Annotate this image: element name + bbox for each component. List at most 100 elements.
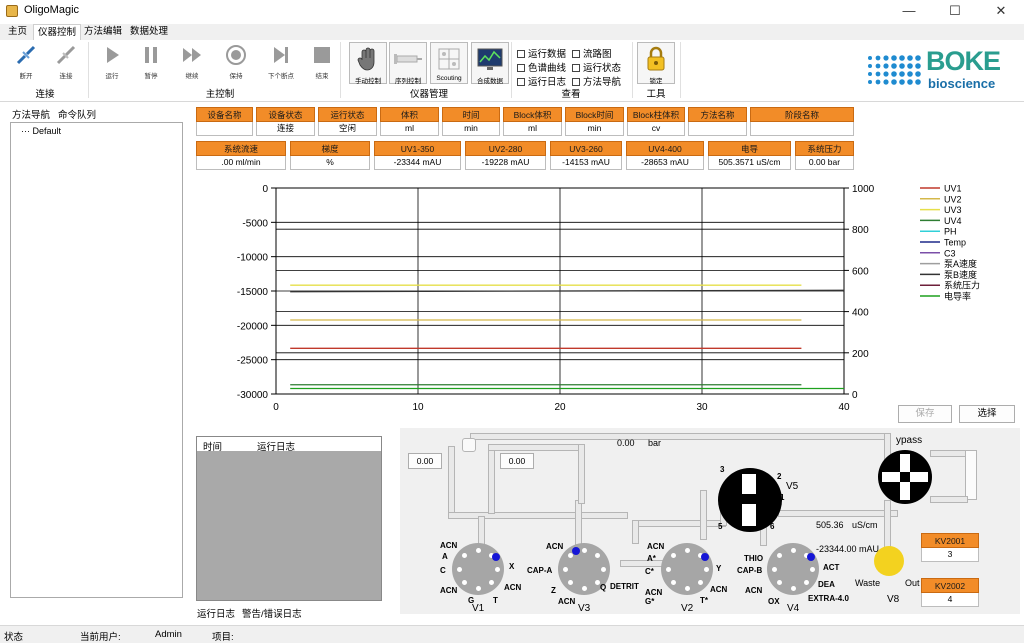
valve-port xyxy=(809,566,815,572)
flow-input-1[interactable]: 0.00 xyxy=(408,453,442,469)
status-header: UV3-260 xyxy=(550,141,622,156)
tab-method-navigation[interactable]: 方法导航 xyxy=(12,107,50,121)
pressure-value: 0.00 xyxy=(617,438,635,448)
disconnect-button[interactable]: 断开 xyxy=(9,44,43,84)
ribbon-separator xyxy=(632,42,633,98)
scouting-button[interactable]: Scouting xyxy=(430,42,468,84)
valve-port xyxy=(581,547,587,553)
tab-command-queue[interactable]: 命令队列 xyxy=(58,107,96,121)
status-value: -23344 mAU xyxy=(374,156,461,170)
view-chromatogram-checkbox[interactable]: 色谱曲线 xyxy=(517,60,566,74)
hold-button[interactable]: 保持 xyxy=(219,44,253,84)
valve-port xyxy=(475,547,481,553)
valve-port xyxy=(475,585,481,591)
status-value xyxy=(196,122,253,136)
status-value: .00 ml/min xyxy=(196,156,286,170)
pipe-v3 xyxy=(575,500,582,548)
status-value: -28653 mAU xyxy=(626,156,704,170)
tree-item-default[interactable]: ··· Default xyxy=(21,126,61,136)
log-col-time: 时间 xyxy=(203,442,223,453)
view-run-data-checkbox[interactable]: 运行数据 xyxy=(517,46,566,60)
valve-port-label: T xyxy=(493,596,498,605)
tab-method-edit[interactable]: 方法编辑 xyxy=(80,24,126,40)
synthesis-data-button[interactable]: 合成数据 xyxy=(471,42,509,85)
valve-port-label: X xyxy=(509,562,515,571)
next-breakpoint-button[interactable]: 下个断点 xyxy=(264,44,298,84)
y-left-tick-label: -15000 xyxy=(237,287,269,298)
valve-v8[interactable] xyxy=(874,546,904,576)
tab-warning-log[interactable]: 警告/错误日志 xyxy=(242,606,302,620)
x-tick-label: 10 xyxy=(412,402,424,413)
legend-entry: 系统压力 xyxy=(944,280,980,291)
save-button[interactable]: 保存 xyxy=(898,405,952,423)
valve-v5-name: V5 xyxy=(786,481,799,492)
view-flowpath-checkbox[interactable]: 流路图 xyxy=(572,46,612,60)
y-right-tick-label: 200 xyxy=(852,349,869,360)
group-label-instrument: 仪器管理 xyxy=(409,89,448,100)
kv2001-value[interactable]: 3 xyxy=(921,548,979,562)
pipe-v5-left xyxy=(700,490,707,540)
uv-value: -23344.00 mAU xyxy=(816,544,880,554)
status-value: 连接 xyxy=(256,122,315,136)
tab-instrument-control[interactable]: 仪器控制 xyxy=(33,24,82,40)
select-button[interactable]: 选择 xyxy=(959,405,1015,423)
valve-port-label: THIO xyxy=(744,554,764,563)
valve-port-label: ACN xyxy=(745,586,763,595)
group-label-main-control: 主控制 xyxy=(205,89,235,100)
valve-v4[interactable] xyxy=(767,543,819,595)
pipe-v3-v2 xyxy=(620,560,664,567)
minimize-button[interactable]: — xyxy=(886,0,932,22)
status-value xyxy=(688,122,747,136)
maximize-button[interactable]: ☐ xyxy=(932,0,978,22)
valve-port-label: C xyxy=(440,566,446,575)
valve-port-label: ACN xyxy=(645,588,663,597)
valve-port-label: DEA xyxy=(818,580,835,589)
status-bar xyxy=(0,625,1024,643)
valve-v1[interactable] xyxy=(452,543,504,595)
valve-port-label: EXTRA-4.0 xyxy=(808,594,849,603)
status-header: 体积 xyxy=(380,107,439,122)
valve-port xyxy=(777,553,783,559)
tab-home[interactable]: 主页 xyxy=(4,24,31,40)
pause-button[interactable]: 暂停 xyxy=(134,44,168,84)
status-value: cv xyxy=(627,122,685,136)
valve-port-label: CAP-B xyxy=(737,566,763,575)
status-value: -19228 mAU xyxy=(465,156,546,170)
hand-icon xyxy=(357,47,375,71)
bypass-label: ypass xyxy=(896,435,923,446)
flow-input-2[interactable]: 0.00 xyxy=(500,453,534,469)
valve-port-label: ACN xyxy=(647,542,665,551)
status-value: min xyxy=(565,122,624,136)
conductivity-unit: uS/cm xyxy=(852,520,878,530)
y-left-tick-label: -25000 xyxy=(237,356,269,367)
lock-button[interactable]: 锁定 xyxy=(637,42,675,85)
valve-port-label: C* xyxy=(645,567,654,576)
fast-forward-icon xyxy=(183,48,201,62)
brand-sub: bioscience xyxy=(928,76,996,91)
valve-v2[interactable] xyxy=(661,543,713,595)
pipe-top xyxy=(470,433,888,440)
syringe-icon xyxy=(394,54,422,64)
end-button[interactable]: 结束 xyxy=(305,44,339,84)
valve-port xyxy=(462,553,468,559)
close-button[interactable]: ✕ xyxy=(978,0,1024,22)
status-header: 方法名称 xyxy=(688,107,747,122)
manual-control-button[interactable]: 手动控制 xyxy=(349,42,387,85)
lock-icon xyxy=(647,46,665,71)
sequence-control-button[interactable]: 序列控制 xyxy=(389,42,427,85)
pipe-to-v8 xyxy=(884,500,891,548)
method-nav-tree: ··· Default xyxy=(10,122,183,598)
kv2002-value[interactable]: 4 xyxy=(921,593,979,607)
valve-port-label: ACT xyxy=(823,563,840,572)
valve-port xyxy=(671,553,677,559)
continue-button[interactable]: 继续 xyxy=(175,44,209,84)
connect-button[interactable]: 连接 xyxy=(49,44,83,84)
run-button[interactable]: 运行 xyxy=(95,44,129,84)
tab-data-processing[interactable]: 数据处理 xyxy=(126,24,172,40)
valve-port xyxy=(684,547,690,553)
y-right-tick-label: 0 xyxy=(852,390,858,401)
status-header: Block时间 xyxy=(565,107,624,122)
view-run-status-checkbox[interactable]: 运行状态 xyxy=(572,60,621,74)
status-header: 运行状态 xyxy=(318,107,377,122)
tab-run-log[interactable]: 运行日志 xyxy=(197,606,235,620)
